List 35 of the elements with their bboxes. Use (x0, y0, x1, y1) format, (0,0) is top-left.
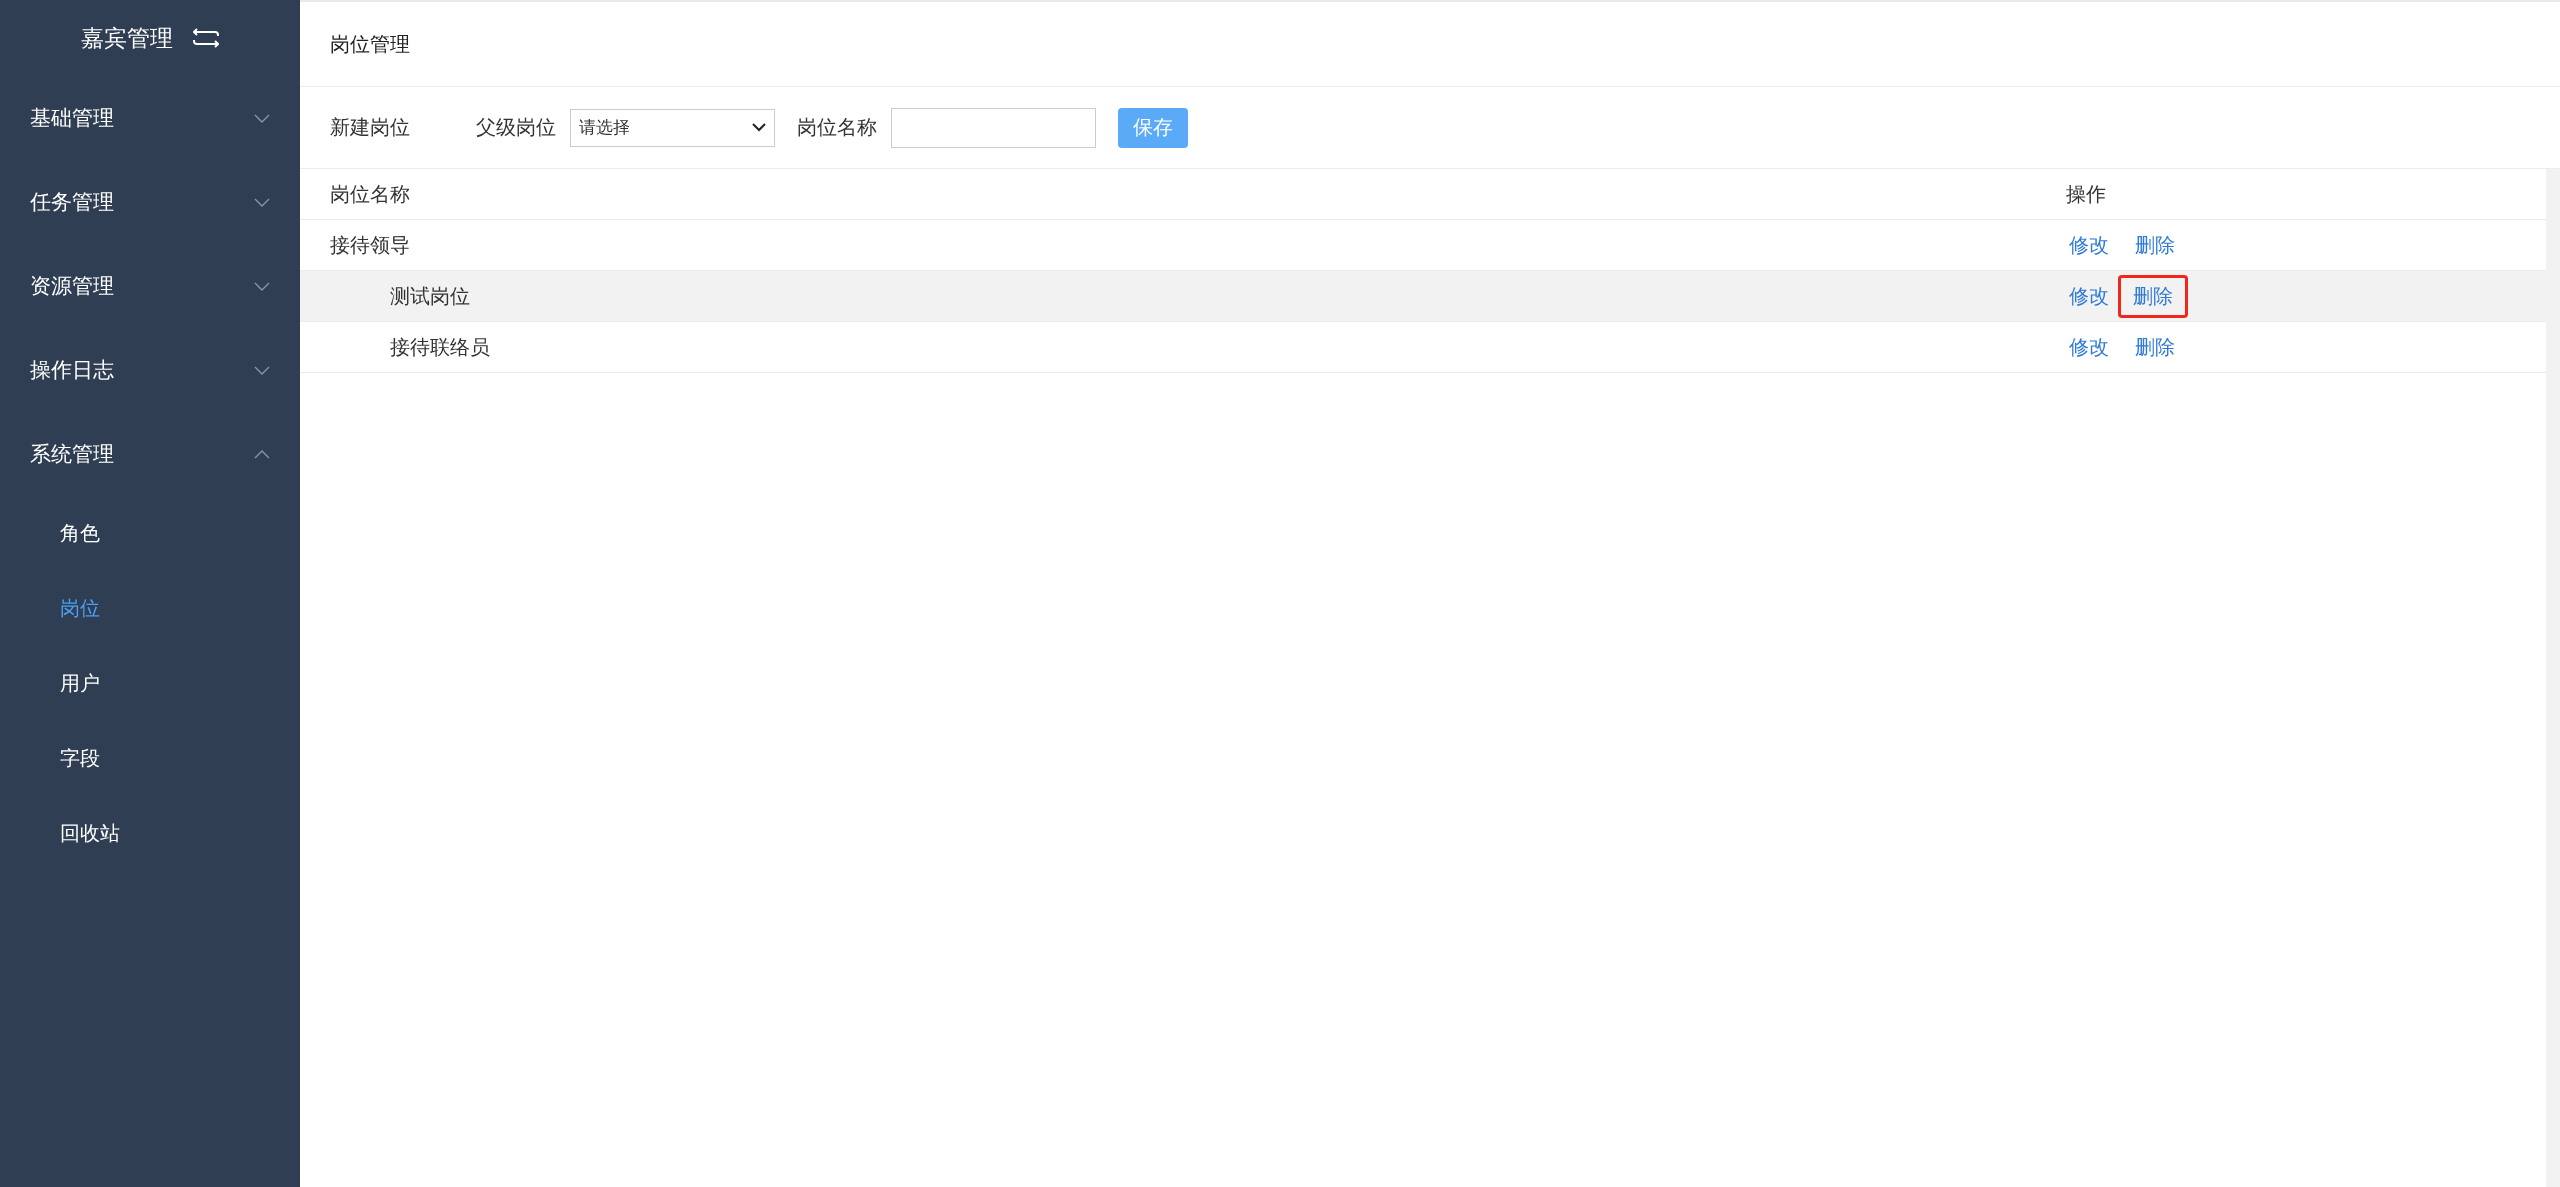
action-link[interactable]: 修改 (2066, 325, 2112, 369)
parent-select[interactable]: 请选择 (570, 108, 775, 147)
chevron-down-icon (254, 197, 270, 207)
swap-arrows-icon[interactable] (193, 27, 219, 49)
app-title: 嘉宾管理 (81, 23, 173, 53)
field-label: 父级岗位 (476, 114, 556, 141)
menu-item[interactable]: 字段 (60, 745, 100, 772)
menu-group[interactable]: 基础管理 (0, 76, 300, 160)
menu-item[interactable]: 回收站 (60, 820, 120, 847)
chevron-down-icon (254, 113, 270, 123)
action-link[interactable]: 删除 (2118, 274, 2188, 318)
column-header: 岗位名称 (329, 180, 410, 208)
form-heading: 新建岗位 (330, 114, 410, 141)
chevron-up-icon (254, 449, 270, 459)
table-cell-text: 接待领导 (329, 231, 410, 259)
action-link[interactable]: 删除 (2132, 223, 2178, 267)
menu-group[interactable]: 任务管理 (0, 160, 300, 244)
action-link[interactable]: 修改 (2066, 223, 2112, 267)
menu-group[interactable]: 操作日志 (0, 328, 300, 412)
menu-group[interactable]: 资源管理 (0, 244, 300, 328)
menu-group[interactable]: 系统管理 (0, 412, 300, 496)
page-title: 岗位管理 (330, 30, 410, 58)
table-cell-text: 接待联络员 (389, 333, 490, 361)
chevron-down-icon (254, 281, 270, 291)
menu-item[interactable]: 岗位 (60, 595, 100, 622)
chevron-down-icon (254, 365, 270, 375)
field-label: 岗位名称 (797, 114, 877, 141)
chevron-down-icon (752, 123, 766, 132)
action-link[interactable]: 修改 (2066, 274, 2112, 318)
menu-item[interactable]: 角色 (60, 520, 100, 547)
table-cell-text: 测试岗位 (389, 282, 470, 310)
input-field[interactable] (891, 107, 1096, 148)
menu-item[interactable]: 用户 (60, 670, 100, 697)
column-header: 操作 (2066, 180, 2106, 208)
action-link[interactable]: 删除 (2132, 325, 2178, 369)
